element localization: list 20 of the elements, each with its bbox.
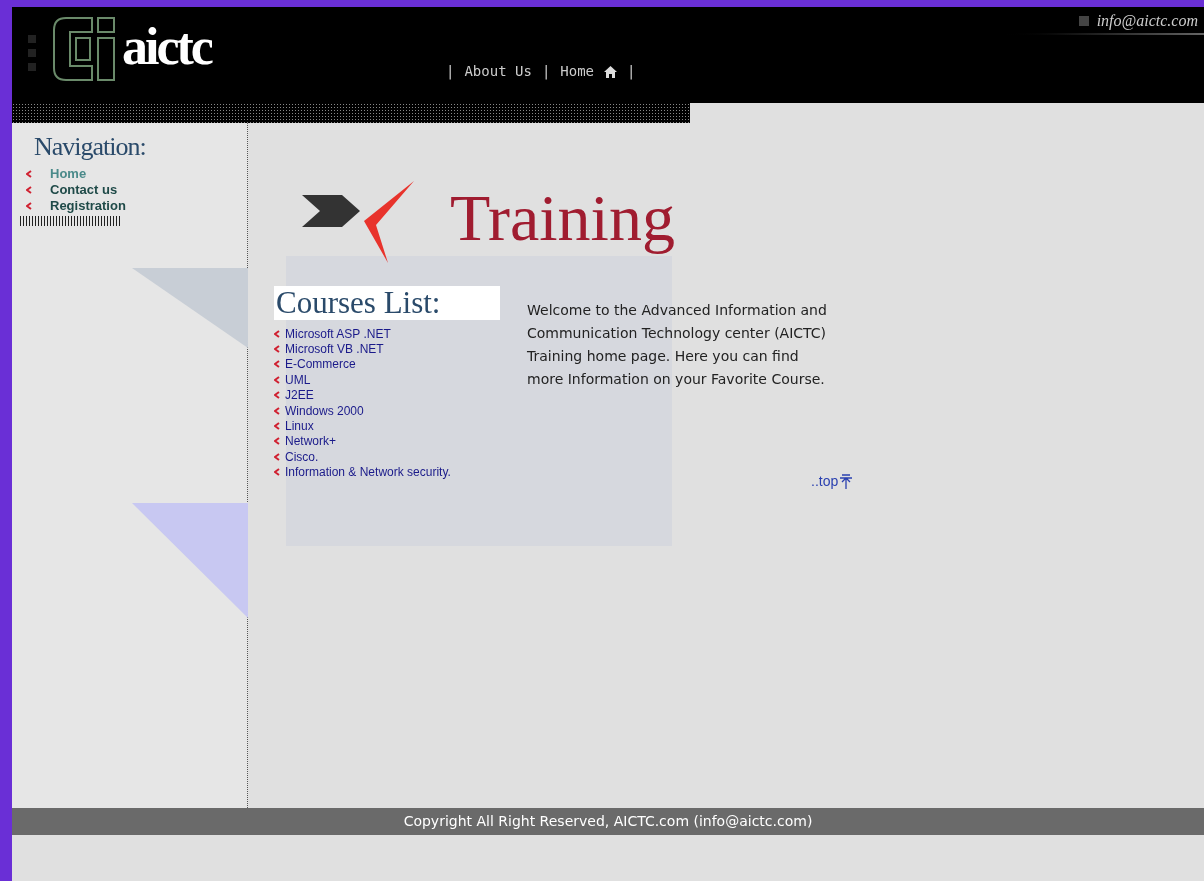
sidebar-title: Navigation: xyxy=(34,131,147,163)
nav-link[interactable]: About Us xyxy=(464,61,532,82)
course-link[interactable]: Information & Network security. xyxy=(285,463,451,482)
decorative-dots xyxy=(28,35,36,71)
email-text: info@aictc.com xyxy=(1096,11,1198,32)
nav-separator: | xyxy=(446,62,455,82)
logo-text: aictc xyxy=(122,21,211,73)
course-link[interactable]: Microsoft ASP .NET xyxy=(285,324,391,343)
footer-bar: Copyright All Right Reserved, AICTC.com (info@aictc.com) xyxy=(12,808,1204,835)
nav-separator: | xyxy=(627,62,636,82)
logo-icon xyxy=(52,16,116,82)
arrow-up-icon xyxy=(839,473,854,490)
nav-separator: | xyxy=(541,62,551,82)
welcome-text: Welcome to the Advanced Information and Communication Technology center (AICTC) Training home page. Here you can find more Information on your Favorite Course. xyxy=(527,301,827,389)
home-icon xyxy=(604,65,618,78)
top-link[interactable]: ..top xyxy=(811,471,854,492)
logo-icon xyxy=(302,181,414,263)
nav-link[interactable]: Home xyxy=(560,61,618,82)
courses-title: Courses List: xyxy=(274,286,500,320)
bullet-icon xyxy=(1078,16,1089,26)
